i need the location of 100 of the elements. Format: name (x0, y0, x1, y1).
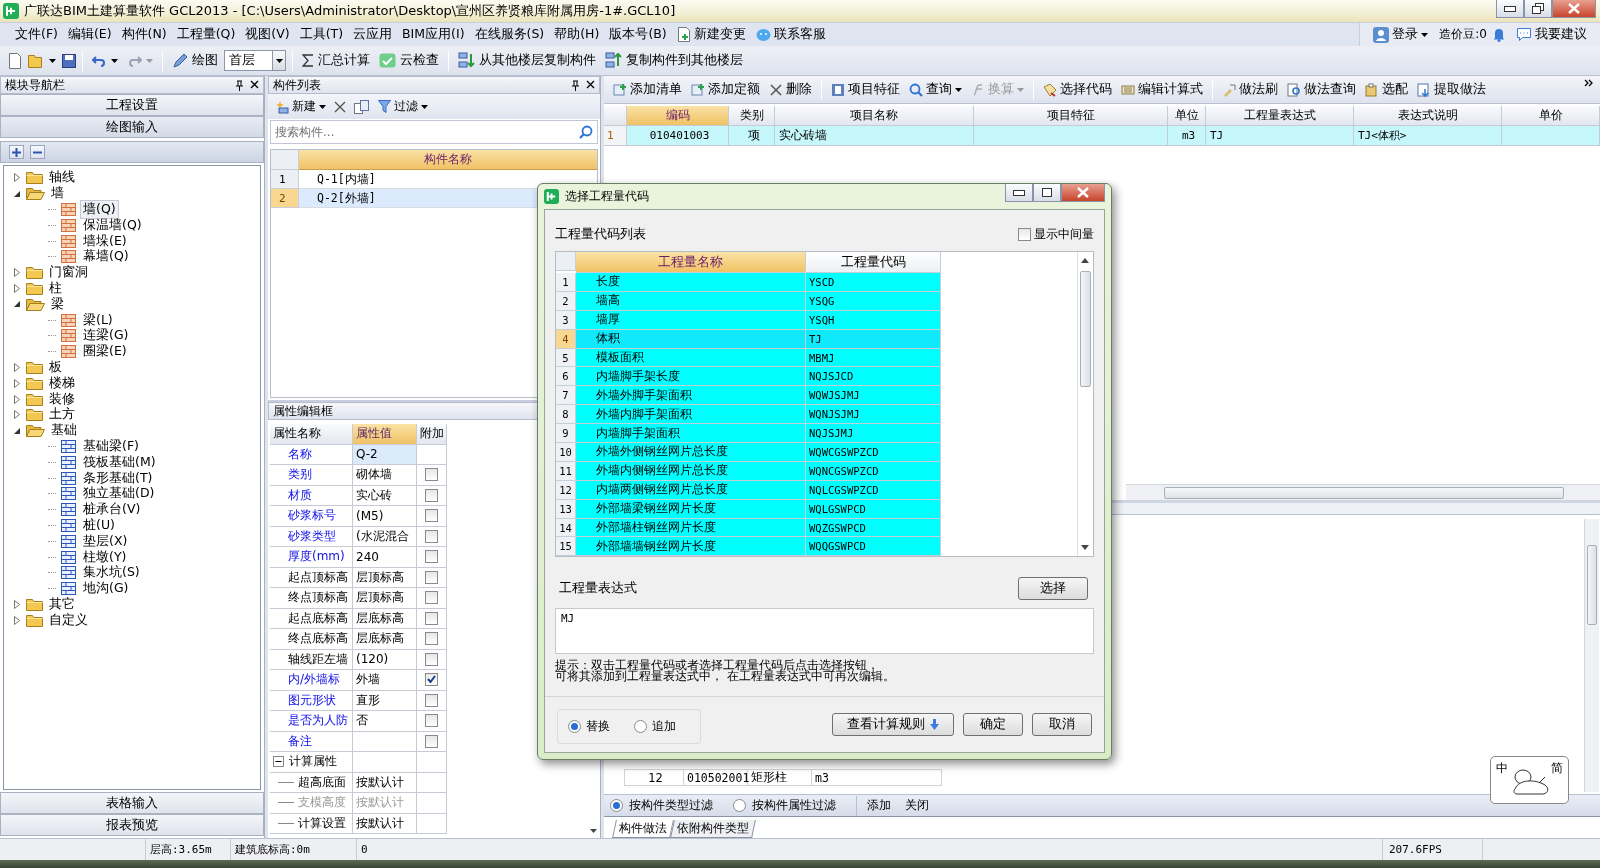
tree-item[interactable]: 墙(Q) (81, 201, 118, 218)
search-icon[interactable] (579, 125, 593, 139)
column-header[interactable]: 属性值 (353, 424, 417, 445)
checkbox[interactable] (425, 673, 438, 687)
toolbar-button[interactable]: 选择代码 (1040, 81, 1115, 98)
table-cell[interactable]: 外部墙墙钢丝网片长度 (576, 537, 806, 557)
table-cell[interactable]: WQNJSJMJ (806, 405, 941, 425)
tree-item[interactable]: 垫层(X) (81, 532, 130, 550)
property-value[interactable]: 层顶标高 (353, 567, 417, 588)
property-value[interactable]: 直形 (353, 690, 417, 711)
tree-item[interactable]: 土方 (47, 406, 77, 424)
tree-item[interactable]: 保温墙(Q) (81, 216, 144, 234)
expand-arrow-icon[interactable] (13, 268, 21, 278)
nav-tab[interactable]: 报表预览 (0, 814, 264, 836)
checkbox[interactable] (425, 714, 438, 728)
tree-item[interactable]: 基础梁(F) (81, 437, 141, 455)
new-button[interactable]: 新建 (274, 98, 326, 115)
checkbox[interactable] (425, 693, 438, 707)
scroll-down-arrow-icon[interactable] (589, 829, 597, 833)
column-header[interactable]: 属性名称 (270, 424, 353, 445)
toolbar-button[interactable]: 编辑计算式 (1118, 81, 1206, 98)
filter-icon[interactable] (378, 100, 391, 113)
tree-item[interactable]: 柱墩(Y) (81, 548, 129, 566)
menu-item[interactable]: BIM应用(I) (397, 24, 470, 45)
expand-arrow-icon[interactable] (13, 394, 21, 404)
ime-mode[interactable]: 中 (1496, 760, 1508, 777)
restore-button[interactable] (1524, 0, 1552, 18)
checkbox[interactable] (425, 550, 438, 564)
pin-icon[interactable] (235, 79, 244, 91)
table-cell[interactable]: 外墙内脚手架面积 (576, 405, 806, 425)
menu-item[interactable]: 构件(N) (116, 24, 172, 45)
view-rules-button[interactable]: 查看计算规则 (832, 713, 954, 736)
delete-icon[interactable] (334, 100, 346, 113)
select-button[interactable]: 选择 (1018, 577, 1088, 600)
horizontal-scrollbar[interactable] (1126, 484, 1600, 500)
toolbar-button[interactable]: 查询 (906, 81, 965, 98)
tab[interactable]: 依附构件类型 (670, 820, 756, 838)
expand-arrow-icon[interactable] (13, 378, 21, 388)
caret-icon[interactable] (275, 58, 283, 63)
sigma-icon[interactable] (302, 54, 314, 67)
ok-button[interactable]: 确定 (963, 713, 1023, 736)
tree-item[interactable]: 门窗洞 (47, 264, 90, 282)
suggestion-button[interactable]: 我要建议 (1511, 24, 1592, 45)
column-header[interactable]: 项目特征 (974, 106, 1168, 126)
expand-arrow-icon[interactable] (13, 362, 21, 372)
restore-icon[interactable] (1532, 3, 1544, 14)
collapse-arrow-icon[interactable] (13, 300, 21, 309)
table-cell[interactable]: 内墙脚手架长度 (576, 367, 806, 387)
tag-icon[interactable] (1043, 82, 1057, 97)
toolbar-button[interactable]: 选配 (1362, 81, 1411, 98)
vertical-scrollbar[interactable] (1077, 252, 1093, 556)
clipboard-icon[interactable] (1365, 82, 1379, 97)
tree-item[interactable]: 自定义 (47, 611, 90, 629)
expand-arrow-icon[interactable] (13, 615, 21, 625)
expand-arrow-icon[interactable] (13, 283, 21, 293)
expand-arrow-icon[interactable] (13, 410, 21, 420)
user-icon[interactable] (1373, 26, 1390, 43)
collapse-arrow-icon[interactable] (13, 426, 21, 435)
tree-item[interactable]: 地沟(G) (81, 580, 131, 598)
toolbar-button[interactable]: 删除 (766, 81, 815, 98)
checkbox[interactable] (425, 734, 438, 748)
customer-service-button[interactable]: 联系客服 (750, 24, 831, 45)
property-value[interactable]: 层底标高 (353, 629, 417, 650)
scroll-down-arrow-icon[interactable] (1081, 545, 1089, 550)
radio-label[interactable]: 按构件属性过滤 (752, 797, 836, 814)
save-icon[interactable] (62, 53, 76, 68)
caret-icon[interactable] (319, 104, 326, 109)
table-cell[interactable]: YSCD (806, 273, 941, 292)
expand-arrow-icon[interactable] (13, 599, 21, 609)
caret-icon[interactable] (1421, 32, 1429, 37)
close-icon[interactable] (250, 79, 259, 89)
toolbar-button[interactable]: 做法刷 (1219, 81, 1281, 98)
radio-label[interactable]: 追加 (652, 718, 676, 735)
minimize-button[interactable] (1496, 0, 1524, 18)
toolbar-button[interactable]: 做法查询 (1284, 81, 1359, 98)
tree-item[interactable]: 连梁(G) (81, 327, 131, 345)
search-field[interactable]: 搜索构件... (270, 120, 598, 144)
table-cell[interactable]: 外墙外侧钢丝网片总长度 (576, 443, 806, 462)
radio-button[interactable] (634, 720, 647, 733)
table-cell[interactable]: WQWCGSWPZCD (806, 443, 941, 462)
property-value[interactable]: (水泥混合 (353, 526, 417, 547)
menu-item[interactable]: 帮助(H) (549, 24, 605, 45)
minimize-icon[interactable] (1013, 189, 1025, 196)
copy-down-icon[interactable] (458, 52, 475, 69)
tree-item[interactable]: 条形基础(T) (81, 469, 155, 487)
floor-dropdown[interactable]: 首层 (224, 50, 286, 71)
tree-item[interactable]: 桩承台(V) (81, 501, 143, 519)
property-value[interactable]: 实心砖 (353, 485, 417, 506)
table-cell[interactable]: 内墙脚手架面积 (576, 424, 806, 443)
expand-arrow-icon[interactable] (13, 173, 21, 183)
add-list-icon[interactable] (613, 82, 627, 97)
checkbox[interactable] (425, 611, 438, 625)
delete-icon[interactable] (769, 82, 783, 97)
tree-item[interactable]: 墙 (49, 185, 66, 203)
radio-button[interactable] (568, 720, 581, 733)
column-header[interactable]: 附加 (417, 424, 447, 445)
cloud-check-button[interactable]: 云检查 (376, 50, 442, 71)
menu-item[interactable]: 在线服务(S) (469, 24, 550, 45)
column-header[interactable]: 编码 (627, 106, 729, 126)
add-list-icon[interactable] (691, 82, 705, 97)
